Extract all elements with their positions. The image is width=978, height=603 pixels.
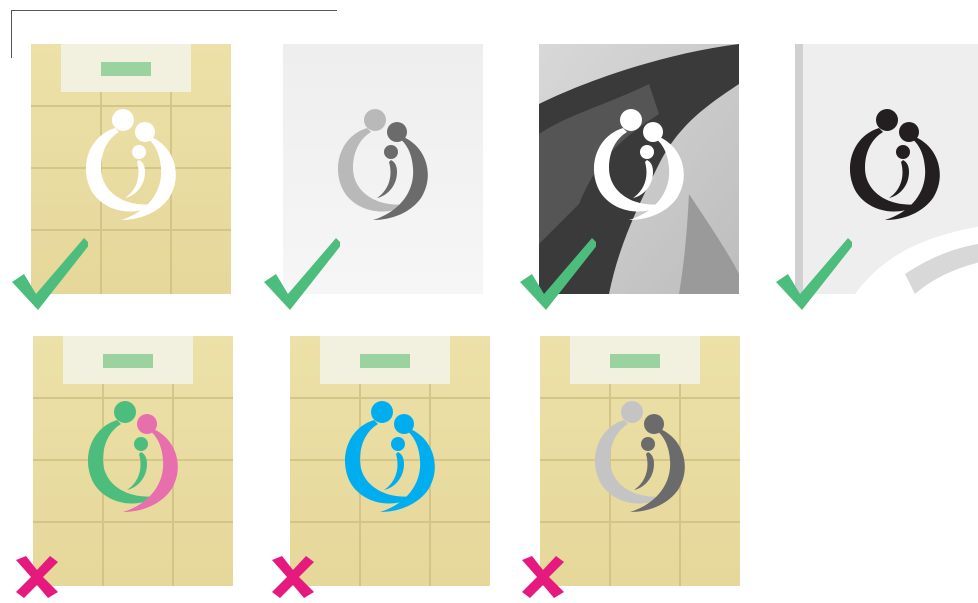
green-pink-logo	[87, 401, 178, 512]
gray-logo	[594, 401, 685, 512]
checkmark-icon	[8, 234, 90, 314]
blue-logo	[344, 401, 435, 512]
white-logo	[85, 109, 176, 220]
example-tile-rejected-1	[33, 336, 233, 586]
example-tile-rejected-3	[540, 336, 740, 586]
gray-logo	[337, 109, 428, 220]
x-mark-icon	[268, 552, 318, 598]
x-mark-icon	[518, 552, 568, 598]
white-logo	[593, 109, 684, 220]
black-logo	[849, 109, 940, 220]
checkmark-icon	[772, 234, 854, 314]
checkmark-icon	[260, 234, 342, 314]
checkmark-icon	[516, 234, 598, 314]
x-mark-icon	[12, 552, 62, 598]
example-tile-rejected-2	[290, 336, 490, 586]
